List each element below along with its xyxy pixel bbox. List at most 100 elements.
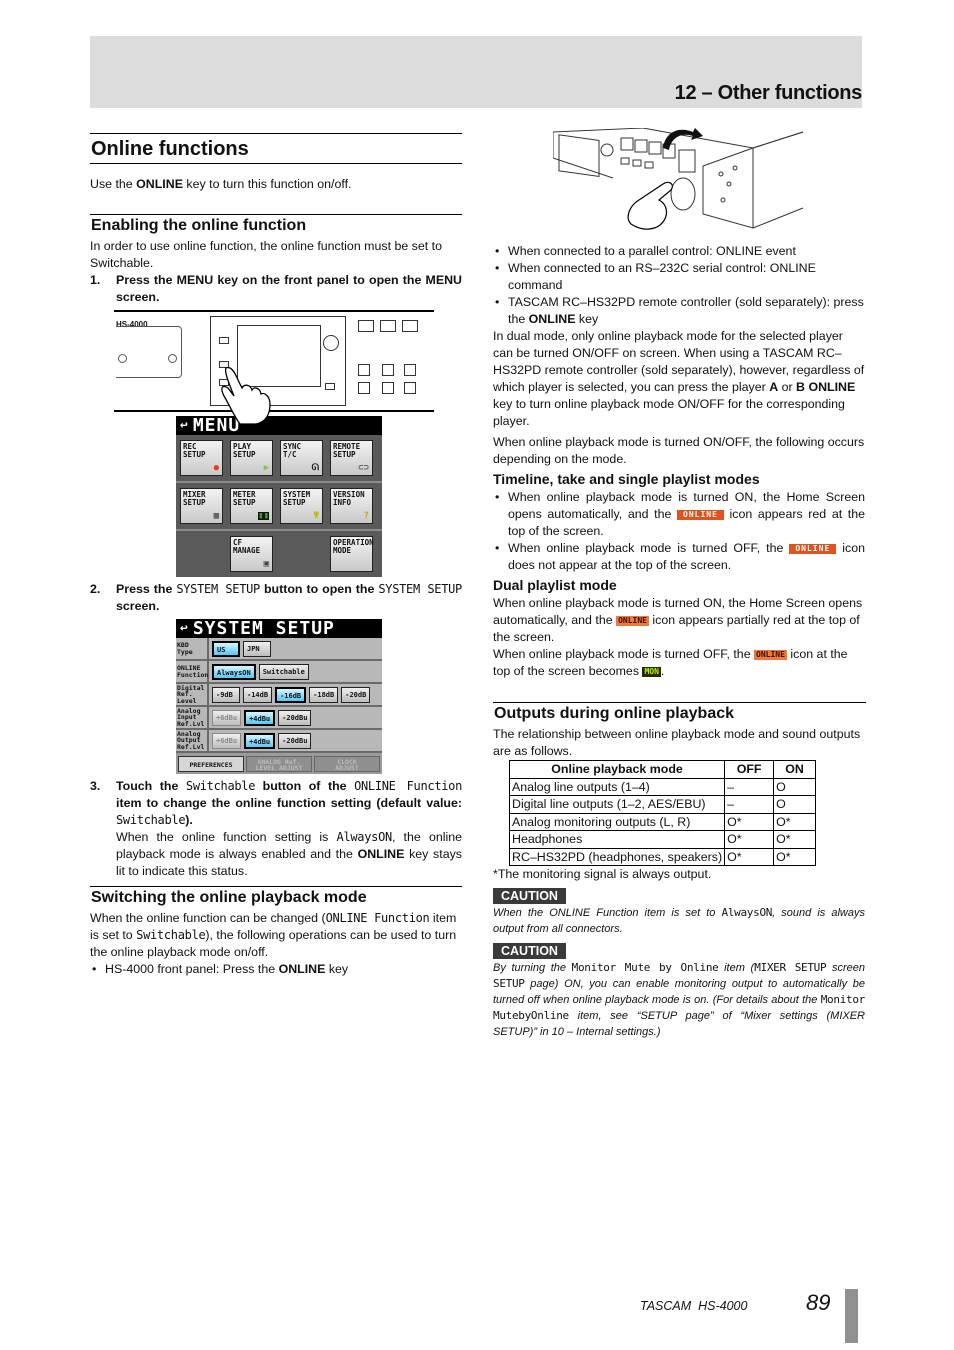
mixer-setup-button[interactable]: MIXER SETUP ▦ (180, 488, 223, 524)
table-cell: O* (724, 812, 775, 831)
outputs-body: The relationship between online playback… (493, 727, 861, 758)
system-tabs: PREFERENCES ANALOG Ref. LEVEL ADJUST CLO… (176, 753, 382, 774)
setting-option-button[interactable]: -16dB (275, 686, 307, 703)
page-number: 89 (806, 1290, 831, 1315)
online-small-icon: ONLINE (754, 650, 787, 660)
caution-badge: CAUTION (493, 943, 566, 959)
table-row: Analog monitoring outputs (L, R) O* O* (508, 812, 817, 831)
list-item: When online playback mode is turned ON, … (493, 489, 865, 540)
menu-row-1: REC SETUP ● PLAY SETUP ▶ SYNC T/C ᘏ REMOTE … (176, 435, 382, 483)
column-header: ON (773, 760, 817, 779)
mixer-grid-icon: ▦ (213, 511, 219, 521)
rec-setup-button[interactable]: REC SETUP ● (180, 440, 223, 476)
setting-option-button[interactable]: US (212, 640, 240, 657)
play-setup-button[interactable]: PLAY SETUP ▶ (230, 440, 273, 476)
caution-text-1: When the ONLINE Function item is set to … (493, 906, 865, 935)
system-setting-row: ONLINE Function AlwaysON Switchable (176, 661, 382, 684)
operation-mode-button[interactable]: OPERATION MODE (330, 536, 374, 572)
pointing-hand-icon (221, 366, 271, 425)
step-1: 1. Press the MENU key on the front panel … (90, 273, 462, 304)
table-footnote: *The monitoring signal is always output. (493, 867, 712, 881)
setting-label: Digital Ref. Level (176, 684, 209, 705)
timeline-bullets: When online playback mode is turned ON, … (493, 489, 865, 574)
system-setting-row: KBD Type US JPN (176, 638, 382, 661)
setting-option-button[interactable]: -14dB (243, 686, 273, 703)
table-cell: – (724, 795, 775, 814)
setting-option-button[interactable]: -20dBu (278, 732, 312, 749)
tab-preferences[interactable]: PREFERENCES (178, 756, 244, 772)
setting-option-button[interactable]: +6dBu (212, 732, 242, 749)
remote-setup-button[interactable]: REMOTE SETUP ⊂⊃ (330, 440, 373, 476)
list-item: TASCAM RC–HS32PD remote controller (sold… (493, 294, 865, 328)
level-meter-icon: ▮▮ (258, 511, 269, 521)
setting-label: KBD Type (176, 638, 209, 659)
setting-label: Analog Input Ref.Lvl (176, 707, 209, 728)
step-3: 3. Touch the Switchable button of the ONL… (90, 779, 463, 827)
table-cell: RC–HS32PD (headphones, speakers) (508, 847, 726, 866)
system-setting-row: Digital Ref. Level -9dB -14dB -16dB -18dB -20… (176, 684, 382, 707)
back-arrow-icon[interactable]: ↩ (180, 619, 189, 638)
remote-connector-icon: ⊂⊃ (358, 463, 369, 473)
dual-mode-text: In dual mode, only online playback mode … (493, 329, 865, 428)
mon-status-icon: MON (642, 667, 661, 677)
setting-option-button[interactable]: +6dBu (212, 709, 242, 726)
enabling-body: In order to use online function, the onl… (90, 239, 442, 270)
system-setting-row: Analog Input Ref.Lvl +6dBu +4dBu -20dBu (176, 707, 382, 730)
table-cell: O* (773, 847, 817, 866)
sync-tc-button[interactable]: SYNC T/C ᘏ (280, 440, 323, 476)
pointing-hand-icon (627, 181, 673, 230)
system-setup-button[interactable]: SYSTEM SETUP Ψ (280, 488, 323, 524)
table-cell: Headphones (508, 830, 726, 849)
chapter-title: 12 – Other functions (674, 82, 863, 104)
onoff-text: When online playback mode is turned ON/O… (493, 435, 865, 466)
front-panel-illustration: HS-4000 (114, 310, 434, 425)
table-row: Digital line outputs (1–2, AES/EBU) – O (508, 795, 817, 814)
setting-option-button[interactable]: -18dB (309, 686, 339, 703)
step-2: 2. Press the SYSTEM SETUP button to open … (90, 582, 462, 613)
section-title: Online functions (90, 133, 462, 164)
table-cell: O* (773, 812, 817, 831)
system-setup-screen: ↩ SYSTEM SETUP KBD Type US JPN ONLINE Functi… (176, 619, 382, 774)
menu-row-3: CF MANAGE ▣ OPERATION MODE (176, 531, 382, 577)
table-cell: O (773, 795, 817, 814)
meter-setup-button[interactable]: METER SETUP ▮▮ (230, 488, 273, 524)
table-cell: O* (724, 830, 775, 849)
tab-clock-adjust[interactable]: CLOCK ADJUST (314, 756, 380, 772)
column-header: OFF (724, 760, 775, 779)
page-tab-bar (845, 1289, 858, 1343)
table-row: Headphones O* O* (508, 830, 817, 849)
setting-option-button[interactable]: JPN (243, 640, 271, 657)
list-item: When connected to an RS–232C serial cont… (493, 260, 865, 294)
caution-text-2: By turning the Monitor Mute by Online it… (493, 961, 865, 1038)
setting-option-button[interactable]: +4dBu (244, 709, 276, 726)
setting-option-button[interactable]: +4dBu (244, 732, 276, 749)
dual-playlist-p1: When online playback mode is turned ON, … (493, 596, 863, 644)
record-dot-icon: ● (213, 463, 219, 473)
heading-enabling: Enabling the online function (90, 214, 462, 236)
tab-analog-ref-level-adjust[interactable]: ANALOG Ref. LEVEL ADJUST (246, 756, 312, 772)
control-bullets: When connected to a parallel control: ON… (493, 243, 865, 328)
switching-bullets: HS-4000 front panel: Press the ONLINE ke… (90, 961, 462, 978)
version-info-button[interactable]: VERSION INFO? (330, 488, 373, 524)
waveform-icon: ᘏ (311, 463, 319, 473)
cf-manage-button[interactable]: CF MANAGE ▣ (230, 536, 273, 572)
table-cell: O (773, 777, 817, 796)
setting-option-button[interactable]: -9dB (212, 686, 240, 703)
online-small-icon: ONLINE (616, 616, 649, 626)
table-header-row: Online playback mode OFF ON (508, 760, 817, 779)
table-cell: – (724, 777, 775, 796)
caution-badge: CAUTION (493, 888, 566, 904)
setting-option-button[interactable]: Switchable (258, 663, 309, 680)
heading-outputs: Outputs during online playback (493, 702, 866, 724)
setting-option-button[interactable]: -20dBu (278, 709, 312, 726)
setting-option-button[interactable]: -20dB (341, 686, 371, 703)
dual-playlist-p2: When online playback mode is turned OFF,… (493, 647, 848, 678)
setting-option-button[interactable]: AlwaysON (212, 663, 256, 680)
table-cell: Digital line outputs (1–2, AES/EBU) (508, 795, 726, 814)
system-screen-title: SYSTEM SETUP (192, 618, 335, 639)
setting-label: ONLINE Function (176, 661, 209, 682)
table-row: RC–HS32PD (headphones, speakers) O* O* (508, 847, 817, 866)
question-mark-icon: ? (363, 511, 369, 521)
intro-text: Use the ONLINE key to turn this function… (90, 177, 352, 191)
back-arrow-icon[interactable]: ↩ (180, 416, 189, 435)
